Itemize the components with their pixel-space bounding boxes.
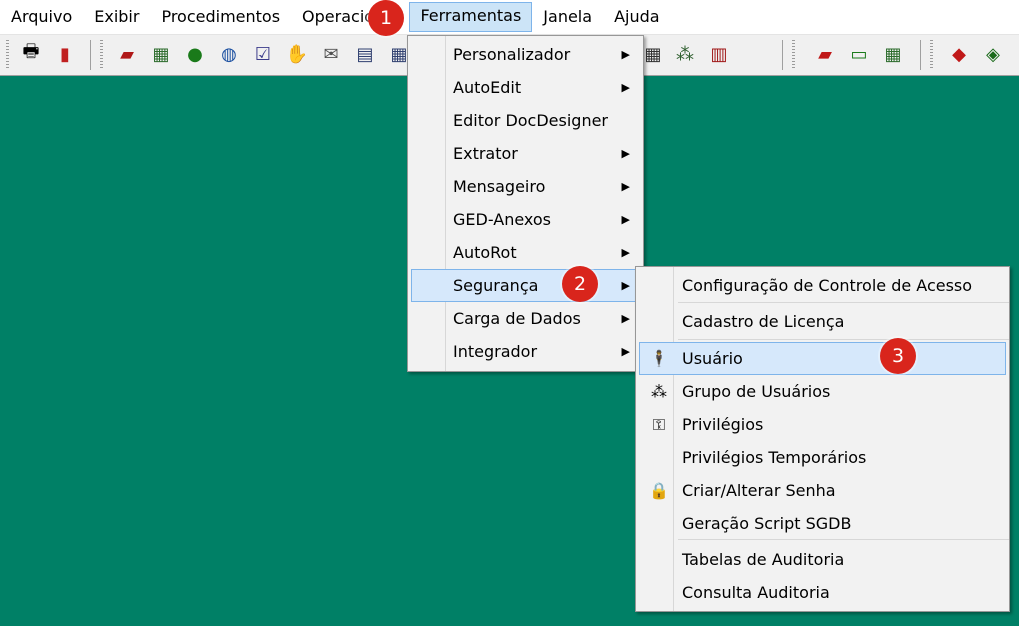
padlock-icon: 🔒 [649, 481, 669, 500]
menu-item-usuario[interactable]: 🕴 Usuário [639, 342, 1006, 375]
toolbar-grip[interactable] [100, 40, 103, 70]
tag-settings-icon[interactable]: ◈ [980, 41, 1006, 67]
tag-icon[interactable]: ◆ [946, 41, 972, 67]
submenu-arrow-icon: ▶ [621, 147, 630, 160]
menu-separator [678, 302, 1009, 303]
menu-item-integrador[interactable]: Integrador ▶ [411, 335, 640, 368]
menu-item-label: Extrator [453, 144, 518, 163]
toolbar-separator [90, 40, 91, 70]
toolbar-separator [920, 40, 921, 70]
menu-item-label: Privilégios [682, 415, 764, 434]
menu-item-label: Tabelas de Auditoria [682, 550, 845, 569]
menu-item-label: Privilégios Temporários [682, 448, 867, 467]
menu-item-label: Usuário [682, 349, 743, 368]
menu-item-carga-de-dados[interactable]: Carga de Dados ▶ [411, 302, 640, 335]
menu-item-editor-docdesigner[interactable]: Editor DocDesigner [411, 104, 640, 137]
menu-ajuda[interactable]: Ajuda [603, 3, 671, 31]
ticket-icon[interactable]: ▭ [846, 41, 872, 67]
menu-item-label: Criar/Alterar Senha [682, 481, 836, 500]
menu-item-mensageiro[interactable]: Mensageiro ▶ [411, 170, 640, 203]
menu-item-label: Consulta Auditoria [682, 583, 830, 602]
books-icon[interactable]: ▥ [706, 41, 732, 67]
truck-icon[interactable]: ▰ [114, 41, 140, 67]
menu-item-privilegios[interactable]: ⚿ Privilégios [639, 408, 1006, 441]
printer-icon[interactable]: 🖶 [18, 41, 44, 67]
menu-item-consulta-auditoria[interactable]: Consulta Auditoria [639, 576, 1006, 609]
toolbar-grip[interactable] [792, 40, 795, 70]
submenu-arrow-icon: ▶ [621, 312, 630, 325]
menu-item-label: Segurança [453, 276, 539, 295]
menu-item-label: Mensageiro [453, 177, 546, 196]
step-badge-1: 1 [368, 0, 404, 36]
seguranca-submenu: Configuração de Controle de Acesso Cadas… [635, 266, 1010, 612]
submenu-arrow-icon: ▶ [621, 48, 630, 61]
menu-item-seguranca[interactable]: Segurança ▶ [411, 269, 640, 302]
toolbar-grip[interactable] [6, 40, 9, 70]
envelope-icon[interactable]: ✉ [318, 41, 344, 67]
menu-separator [678, 339, 1009, 340]
submenu-arrow-icon: ▶ [621, 246, 630, 259]
ferramentas-menu: Personalizador ▶ AutoEdit ▶ Editor DocDe… [407, 35, 644, 372]
menu-item-cadastro-licenca[interactable]: Cadastro de Licença [639, 305, 1006, 338]
menu-item-label: AutoEdit [453, 78, 522, 97]
menu-item-criar-alterar-senha[interactable]: 🔒 Criar/Alterar Senha [639, 474, 1006, 507]
checklist-icon[interactable]: ☑ [250, 41, 276, 67]
menu-item-autorot[interactable]: AutoRot ▶ [411, 236, 640, 269]
menu-item-label: Personalizador [453, 45, 571, 64]
document-icon[interactable]: ▤ [352, 41, 378, 67]
step-badge-3: 3 [880, 338, 916, 374]
menu-item-label: Grupo de Usuários [682, 382, 831, 401]
chart-icon[interactable]: ⁂ [672, 41, 698, 67]
menu-item-label: Carga de Dados [453, 309, 581, 328]
handshake-icon[interactable]: ✋ [284, 41, 310, 67]
menu-janela[interactable]: Janela [532, 3, 603, 31]
menu-procedimentos[interactable]: Procedimentos [150, 3, 291, 31]
key-icon: ⚿ [652, 415, 666, 434]
menu-item-geracao-script-sgdb[interactable]: Geração Script SGDB [639, 507, 1006, 540]
step-badge-2: 2 [562, 266, 598, 302]
menu-item-extrator[interactable]: Extrator ▶ [411, 137, 640, 170]
menu-exibir[interactable]: Exibir [83, 3, 150, 31]
submenu-arrow-icon: ▶ [621, 345, 630, 358]
menu-item-grupo-usuarios[interactable]: ⁂ Grupo de Usuários [639, 375, 1006, 408]
money-bag-icon[interactable]: ● [182, 41, 208, 67]
delivery-truck-icon[interactable]: ▰ [812, 41, 838, 67]
submenu-arrow-icon: ▶ [621, 279, 630, 292]
menu-item-label: Integrador [453, 342, 538, 361]
submenu-arrow-icon: ▶ [621, 81, 630, 94]
submenu-arrow-icon: ▶ [621, 213, 630, 226]
menu-item-label: Editor DocDesigner [453, 111, 609, 130]
menu-ferramentas[interactable]: Ferramentas [409, 2, 533, 32]
menu-item-label: Geração Script SGDB [682, 514, 852, 533]
menu-item-personalizador[interactable]: Personalizador ▶ [411, 38, 640, 71]
menu-item-autoedit[interactable]: AutoEdit ▶ [411, 71, 640, 104]
menu-item-label: Cadastro de Licença [682, 312, 845, 331]
map-icon[interactable]: ▦ [148, 41, 174, 67]
menu-item-tabelas-auditoria[interactable]: Tabelas de Auditoria [639, 543, 1006, 576]
person-icon: 🕴 [649, 349, 669, 368]
menu-arquivo[interactable]: Arquivo [0, 3, 83, 31]
exit-door-icon[interactable]: ▮ [52, 41, 78, 67]
menu-item-label: AutoRot [453, 243, 517, 262]
menu-item-ged-anexos[interactable]: GED-Anexos ▶ [411, 203, 640, 236]
menu-item-configuracao-controle-acesso[interactable]: Configuração de Controle de Acesso [639, 269, 1006, 302]
toolbar-separator [782, 40, 783, 70]
submenu-arrow-icon: ▶ [621, 180, 630, 193]
menu-item-privilegios-temporarios[interactable]: Privilégios Temporários [639, 441, 1006, 474]
map2-icon[interactable]: ▦ [880, 41, 906, 67]
user-group-icon: ⁂ [651, 382, 667, 401]
toolbar-grip[interactable] [930, 40, 933, 70]
menu-separator [678, 539, 1009, 540]
menu-bar: Arquivo Exibir Procedimentos Operacional… [0, 0, 1019, 35]
globe-icon[interactable]: ◍ [216, 41, 242, 67]
menu-item-label: Configuração de Controle de Acesso [682, 276, 973, 295]
menu-item-label: GED-Anexos [453, 210, 551, 229]
